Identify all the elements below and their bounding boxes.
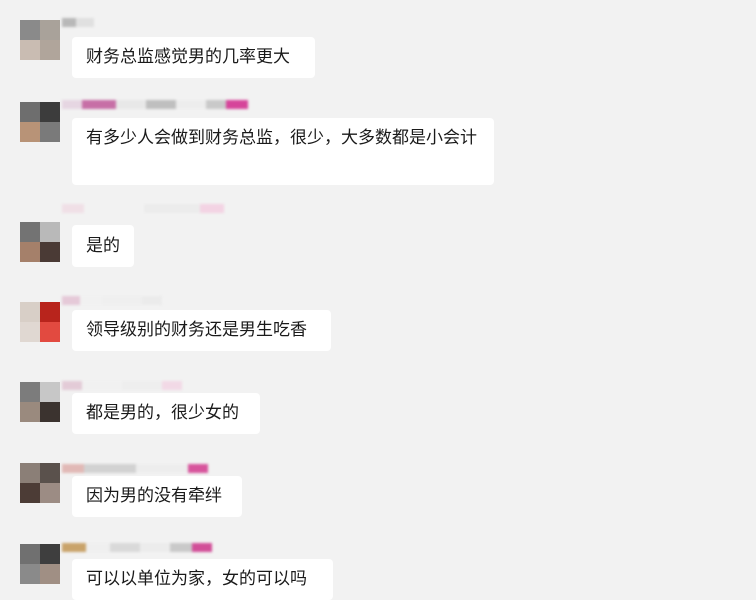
message-bubble: 领导级别的财务还是男生吃香 — [72, 310, 331, 351]
avatar[interactable] — [20, 463, 60, 503]
avatar[interactable] — [20, 382, 60, 422]
avatar[interactable] — [20, 20, 60, 60]
sender-name-blurred — [62, 381, 182, 393]
sender-name-blurred — [62, 296, 162, 308]
avatar[interactable] — [20, 102, 60, 142]
message-bubble: 财务总监感觉男的几率更大 — [72, 37, 315, 78]
sender-name-blurred — [62, 464, 208, 476]
avatar[interactable] — [20, 302, 60, 342]
sender-name-blurred — [62, 543, 212, 555]
message-bubble: 有多少人会做到财务总监，很少，大多数都是小会计 — [72, 118, 494, 185]
avatar[interactable] — [20, 544, 60, 584]
message-bubble: 可以以单位为家，女的可以吗 — [72, 559, 333, 600]
sender-name-blurred — [62, 204, 224, 216]
message-bubble: 是的 — [72, 225, 134, 267]
chat-message-list: 财务总监感觉男的几率更大 有多少人会做到财务总监，很少，大多数都是小会计 是的 — [0, 0, 756, 600]
sender-name-blurred — [62, 18, 94, 30]
avatar[interactable] — [20, 222, 60, 262]
message-bubble: 因为男的没有牵绊 — [72, 476, 242, 517]
sender-name-blurred — [62, 100, 248, 112]
message-bubble: 都是男的，很少女的 — [72, 393, 260, 434]
